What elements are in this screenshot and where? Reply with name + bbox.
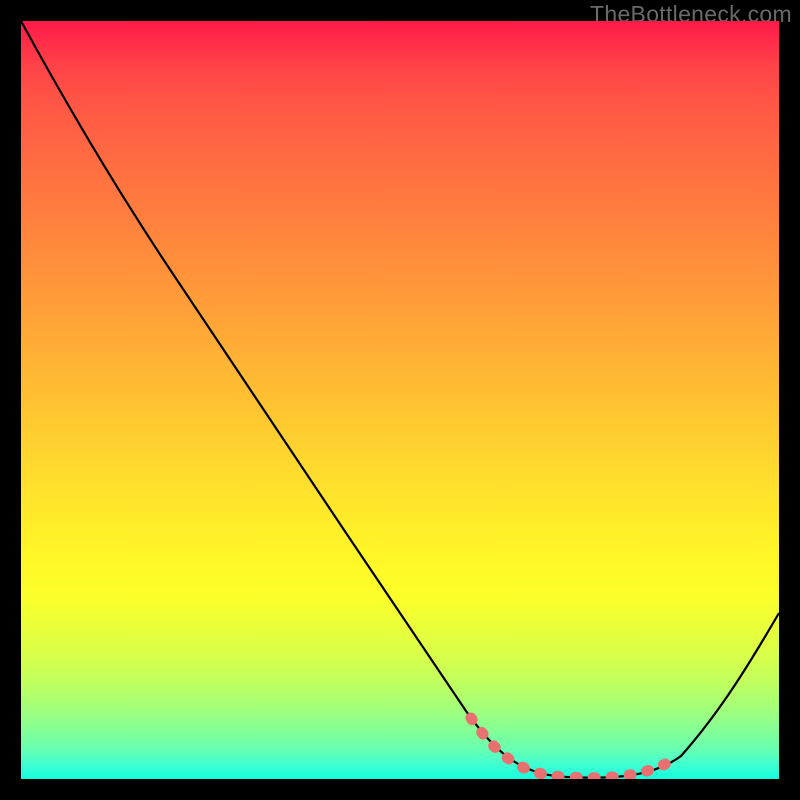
chart-frame: TheBottleneck.com (0, 0, 800, 800)
bottleneck-curve (21, 21, 779, 778)
highlight-dots (471, 718, 673, 778)
plot-area (21, 21, 779, 779)
curve-layer (21, 21, 779, 779)
